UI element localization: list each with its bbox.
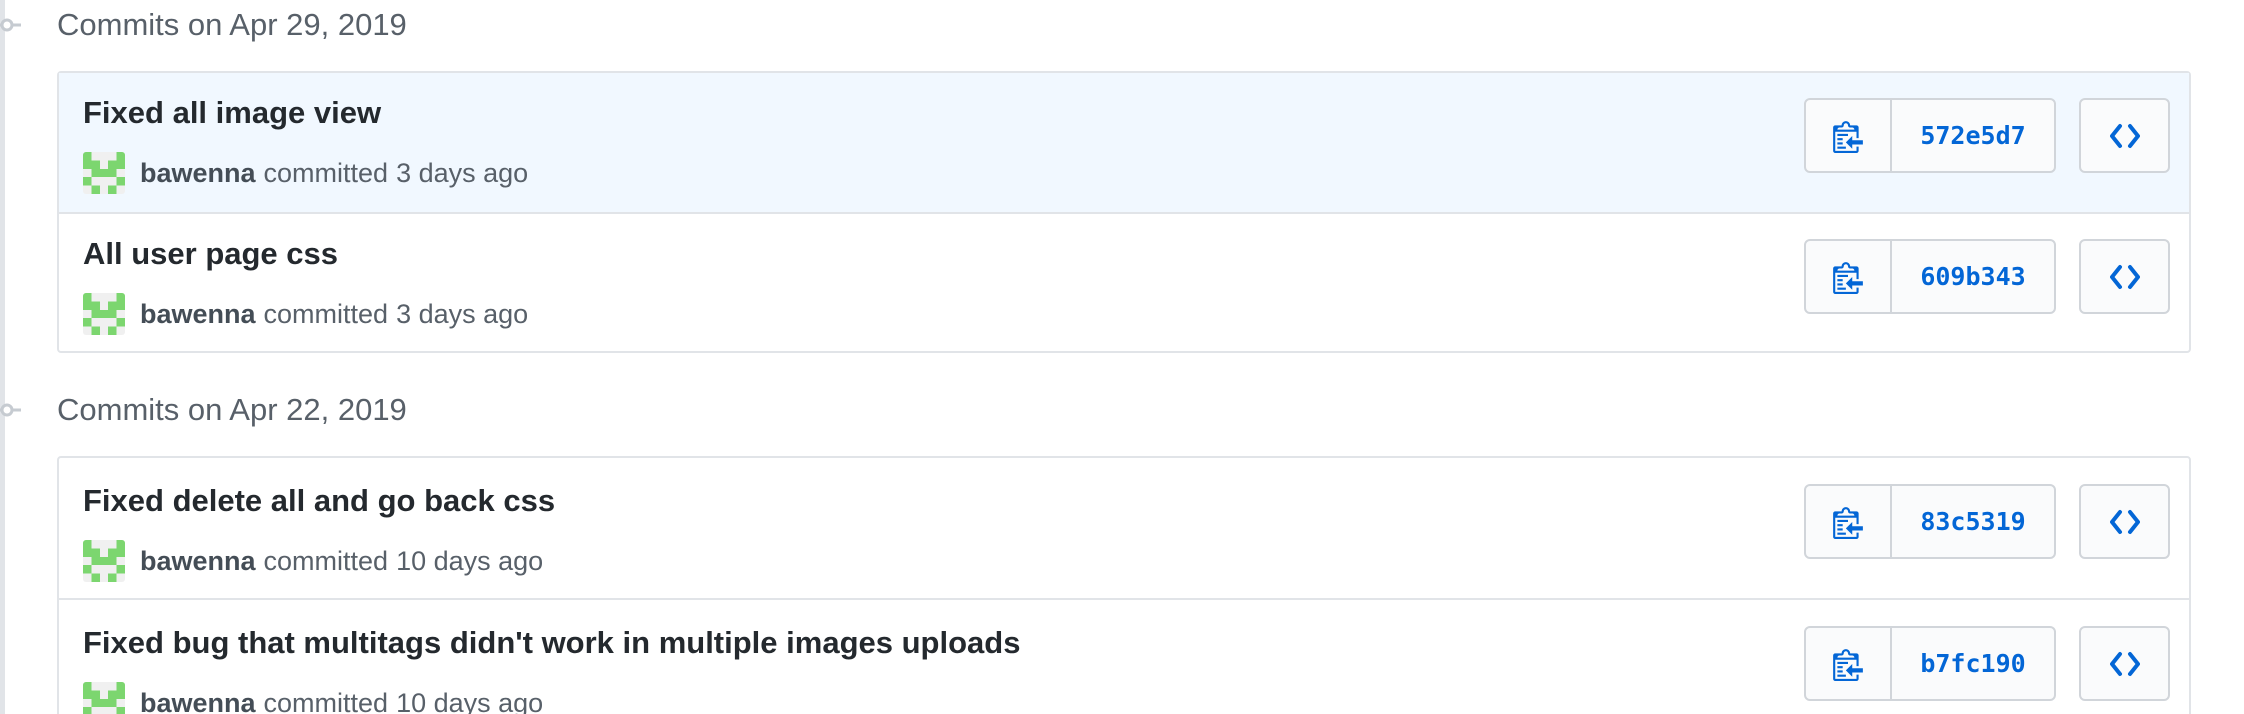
commit-author-link[interactable]: bawenna: [140, 299, 256, 330]
commit-sha-button-group: b7fc190: [1804, 626, 2056, 701]
copy-sha-button[interactable]: [1806, 628, 1892, 699]
clipboard-copy-icon: [1833, 506, 1863, 539]
commit-author-link[interactable]: bawenna: [140, 546, 256, 577]
code-browse-icon: [2109, 123, 2140, 148]
code-browse-icon: [2109, 651, 2140, 676]
commit-sha-button-group: 609b343: [1804, 239, 2056, 314]
clipboard-copy-icon: [1833, 648, 1863, 681]
code-browse-icon: [2109, 509, 2140, 534]
committed-label: committed: [263, 687, 389, 714]
commit-row: Fixed delete all and go back css bawenna…: [59, 458, 2189, 598]
browse-repo-button[interactable]: [2079, 626, 2170, 701]
commit-sha-button-group: 572e5d7: [1804, 98, 2056, 173]
commit-sha-link[interactable]: 83c5319: [1892, 486, 2054, 557]
commit-row: Fixed all image view bawenna committed 3…: [59, 73, 2189, 212]
commit-group-heading: Commits on Apr 29, 2019: [0, 5, 407, 45]
commit-title-link[interactable]: Fixed all image view: [83, 95, 381, 131]
git-commit-icon: [0, 403, 21, 417]
identicon-avatar[interactable]: [83, 152, 125, 194]
git-commit-icon: [0, 18, 21, 32]
commit-group-date: Commits on Apr 22, 2019: [57, 392, 407, 427]
commit-history: Commits on Apr 29, 2019 Fixed all image …: [0, 0, 2244, 714]
commit-title-link[interactable]: Fixed bug that multitags didn't work in …: [83, 625, 1020, 661]
commit-sha-button-group: 83c5319: [1804, 484, 2056, 559]
commit-author-link[interactable]: bawenna: [140, 688, 256, 714]
commit-title-link[interactable]: All user page css: [83, 236, 338, 272]
committed-label: committed: [263, 298, 389, 329]
commit-time: 10 days ago: [396, 545, 544, 576]
copy-sha-button[interactable]: [1806, 241, 1892, 312]
commit-list: Fixed delete all and go back css bawenna…: [57, 456, 2191, 714]
commit-time: 3 days ago: [396, 298, 529, 329]
copy-sha-button[interactable]: [1806, 486, 1892, 557]
code-browse-icon: [2109, 264, 2140, 289]
commit-meta: bawenna committed 3 days ago: [83, 152, 528, 194]
commit-sha-link[interactable]: 572e5d7: [1892, 100, 2054, 171]
commit-sha-link[interactable]: 609b343: [1892, 241, 2054, 312]
committed-label: committed: [263, 157, 389, 188]
commit-title-link[interactable]: Fixed delete all and go back css: [83, 483, 555, 519]
commit-group-heading: Commits on Apr 22, 2019: [0, 390, 407, 430]
commit-list: Fixed all image view bawenna committed 3…: [57, 71, 2191, 353]
commit-author-link[interactable]: bawenna: [140, 158, 256, 189]
commit-time: 3 days ago: [396, 157, 529, 188]
clipboard-copy-icon: [1833, 261, 1863, 294]
commit-meta: bawenna committed 10 days ago: [83, 540, 543, 582]
browse-repo-button[interactable]: [2079, 98, 2170, 173]
browse-repo-button[interactable]: [2079, 484, 2170, 559]
commit-sha-link[interactable]: b7fc190: [1892, 628, 2054, 699]
identicon-avatar[interactable]: [83, 293, 125, 335]
commit-time: 10 days ago: [396, 687, 544, 714]
browse-repo-button[interactable]: [2079, 239, 2170, 314]
commit-group-date: Commits on Apr 29, 2019: [57, 7, 407, 42]
identicon-avatar[interactable]: [83, 682, 125, 714]
committed-label: committed: [263, 545, 389, 576]
timeline-line: [0, 0, 5, 714]
commit-meta: bawenna committed 10 days ago: [83, 682, 543, 714]
commit-row: Fixed bug that multitags didn't work in …: [59, 598, 2189, 714]
identicon-avatar[interactable]: [83, 540, 125, 582]
copy-sha-button[interactable]: [1806, 100, 1892, 171]
commit-row: All user page css bawenna committed 3 da…: [59, 212, 2189, 351]
commit-meta: bawenna committed 3 days ago: [83, 293, 528, 335]
clipboard-copy-icon: [1833, 120, 1863, 153]
